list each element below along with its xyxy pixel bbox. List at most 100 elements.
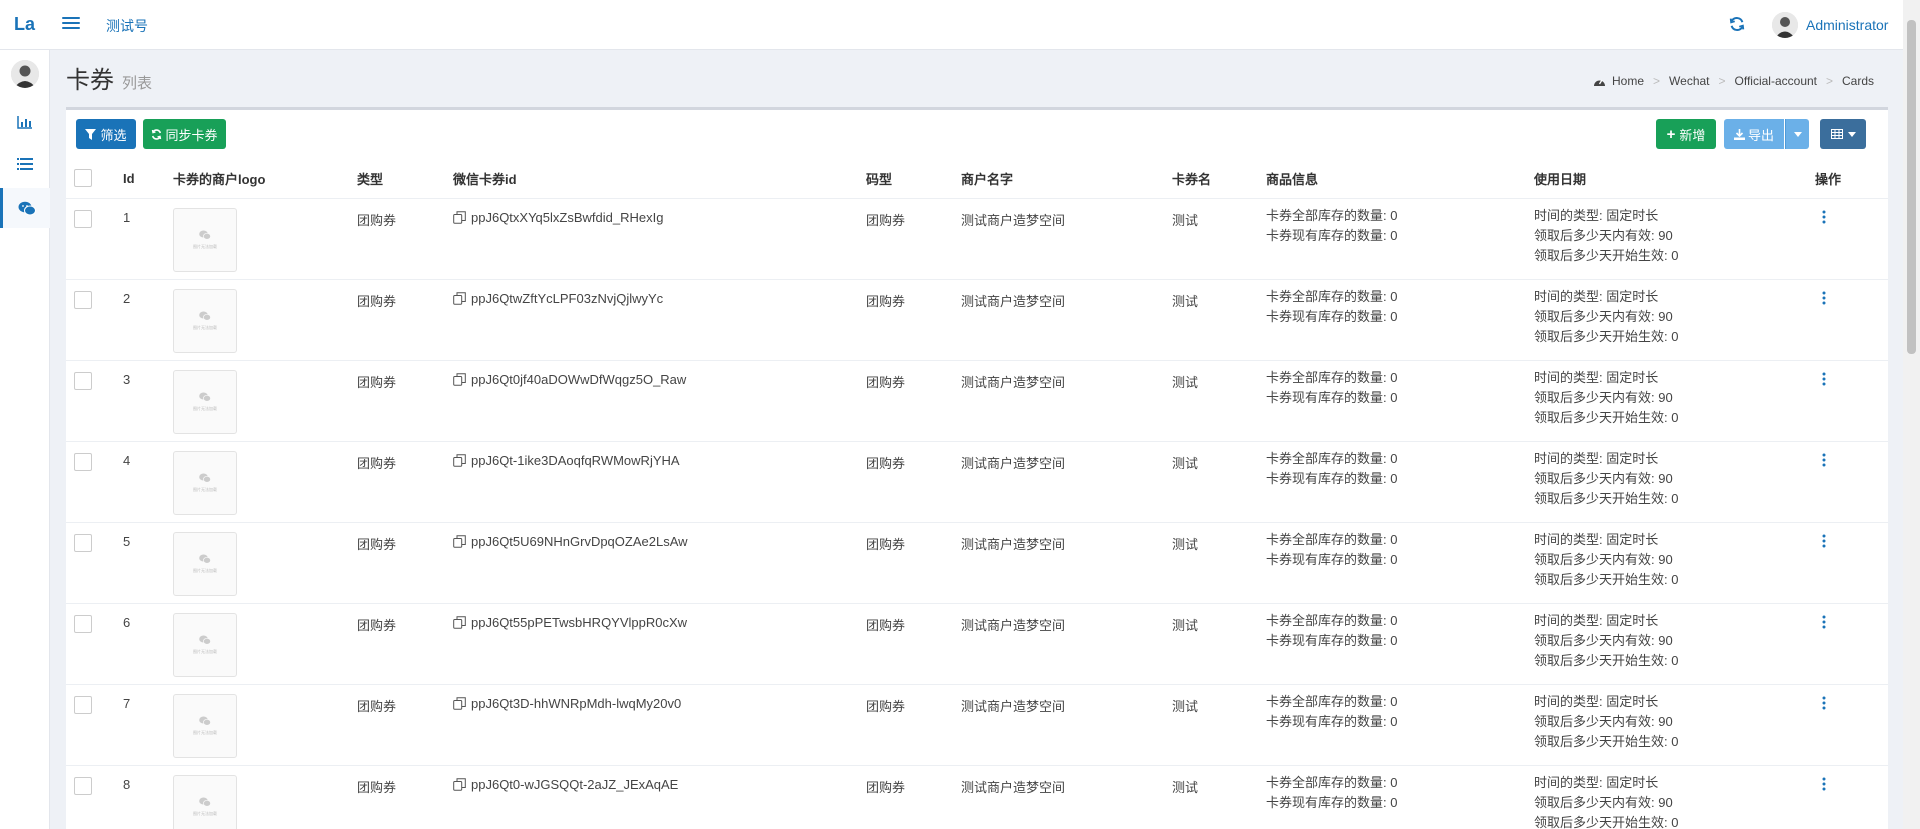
export-button[interactable]: 导出 [1724, 119, 1784, 149]
row-checkbox[interactable] [74, 371, 92, 390]
dashboard-icon [1594, 79, 1605, 86]
cell-card-name: 测试 [1172, 279, 1266, 361]
copy-icon[interactable] [453, 777, 466, 791]
column-header-date-info: 使用日期 [1534, 160, 1815, 199]
more-actions-icon[interactable] [1821, 453, 1827, 467]
sidebar-item-dashboard[interactable] [0, 102, 50, 142]
account-link[interactable]: 测试号 [106, 16, 148, 36]
cell-goods-info: 卡券全部库存的数量: 0 卡券现有库存的数量: 0 [1266, 279, 1534, 361]
merchant-logo: 图片无法加载 [173, 612, 237, 677]
cell-merchant: 测试商户造梦空间 [961, 279, 1172, 361]
stock-current: 卡券现有库存的数量: 0 [1266, 470, 1398, 486]
bar-chart-icon [17, 116, 32, 129]
image-placeholder-icon [199, 473, 211, 483]
copy-icon[interactable] [453, 291, 466, 305]
row-checkbox[interactable] [74, 290, 92, 309]
cell-card-name: 测试 [1172, 603, 1266, 685]
breadcrumb-official-account[interactable]: Official-account [1735, 74, 1817, 88]
row-checkbox[interactable] [74, 533, 92, 552]
more-actions-icon[interactable] [1821, 534, 1827, 548]
more-actions-icon[interactable] [1821, 372, 1827, 386]
cell-code-type: 团购券 [866, 522, 961, 604]
copy-icon[interactable] [453, 534, 466, 548]
cell-goods-info: 卡券全部库存的数量: 0 卡券现有库存的数量: 0 [1266, 684, 1534, 766]
select-all-checkbox[interactable] [74, 169, 92, 188]
cell-type: 团购券 [357, 522, 453, 604]
sidebar-item-list[interactable] [0, 144, 50, 184]
date-type: 时间的类型: 固定时长 [1534, 612, 1659, 628]
cell-card-id: ppJ6Qt55pPETwsbHRQYVlppR0cXw [471, 614, 688, 630]
cards-panel: 筛选 同步卡券 + 新增 导出 Id 卡券的商户logo 类型 微信卡券id 码… [66, 107, 1888, 829]
top-header: La 测试号 Administrator [0, 0, 1920, 50]
row-checkbox[interactable] [74, 452, 92, 471]
cell-card-id: ppJ6QtxXYq5lxZsBwfdid_RHexIg [471, 209, 664, 225]
image-placeholder-icon [199, 230, 211, 240]
cell-merchant: 测试商户造梦空间 [961, 603, 1172, 685]
cell-goods-info: 卡券全部库存的数量: 0 卡券现有库存的数量: 0 [1266, 522, 1534, 604]
cell-date-info: 时间的类型: 固定时长 领取后多少天内有效: 90 领取后多少天开始生效: 0 [1534, 198, 1815, 280]
page-scrollbar[interactable] [1903, 0, 1920, 829]
scrollbar-thumb[interactable] [1907, 20, 1916, 354]
user-name[interactable]: Administrator [1806, 17, 1888, 33]
row-checkbox[interactable] [74, 209, 92, 228]
stock-current: 卡券现有库存的数量: 0 [1266, 308, 1398, 324]
image-placeholder-icon [199, 797, 211, 807]
stock-current: 卡券现有库存的数量: 0 [1266, 227, 1398, 243]
more-actions-icon[interactable] [1821, 615, 1827, 629]
stock-current: 卡券现有库存的数量: 0 [1266, 551, 1398, 567]
column-selector-button[interactable] [1820, 119, 1866, 149]
table-row: 2 图片无法加载 团购券 ppJ6QtwZftYcLPF03zNvjQjlwyY… [66, 279, 1888, 361]
wechat-icon [18, 201, 36, 215]
content-header: 卡券 列表 [66, 60, 152, 95]
cell-merchant: 测试商户造梦空间 [961, 441, 1172, 523]
sidebar-item-wechat[interactable] [0, 188, 50, 228]
filter-button[interactable]: 筛选 [76, 119, 136, 149]
more-actions-icon[interactable] [1821, 777, 1827, 791]
breadcrumb-home[interactable]: Home [1612, 74, 1644, 88]
merchant-logo: 图片无法加载 [173, 288, 237, 353]
copy-icon[interactable] [453, 372, 466, 386]
row-checkbox[interactable] [74, 695, 92, 714]
cell-goods-info: 卡券全部库存的数量: 0 卡券现有库存的数量: 0 [1266, 603, 1534, 685]
download-icon [1733, 128, 1745, 140]
copy-icon[interactable] [453, 210, 466, 224]
cell-card-id: ppJ6Qt-1ike3DAoqfqRWMowRjYHA [471, 452, 680, 468]
merchant-logo: 图片无法加载 [173, 450, 237, 515]
copy-icon[interactable] [453, 453, 466, 467]
cell-code-type: 团购券 [866, 279, 961, 361]
more-actions-icon[interactable] [1821, 696, 1827, 710]
list-icon [17, 157, 33, 171]
row-checkbox[interactable] [74, 776, 92, 795]
table-row: 1 图片无法加载 团购券 ppJ6QtxXYq5lxZsBwfdid_RHexI… [66, 198, 1888, 280]
row-checkbox[interactable] [74, 614, 92, 633]
begin-days: 领取后多少天开始生效: 0 [1534, 571, 1679, 587]
app-logo[interactable]: La [14, 14, 35, 35]
table-header-row: Id 卡券的商户logo 类型 微信卡券id 码型 商户名字 卡券名 商品信息 … [66, 160, 1888, 199]
cell-merchant: 测试商户造梦空间 [961, 198, 1172, 280]
valid-days: 领取后多少天内有效: 90 [1534, 713, 1673, 729]
export-dropdown-button[interactable] [1785, 119, 1809, 149]
sync-cards-button[interactable]: 同步卡券 [143, 119, 226, 149]
begin-days: 领取后多少天开始生效: 0 [1534, 652, 1679, 668]
user-avatar[interactable] [1772, 12, 1798, 38]
cell-card-id: ppJ6QtwZftYcLPF03zNvjQjlwyYc [471, 290, 664, 306]
menu-toggle-icon[interactable] [62, 14, 80, 34]
table-row: 5 图片无法加载 团购券 ppJ6Qt5U69NHnGrvDpqOZAe2LsA… [66, 522, 1888, 604]
refresh-icon[interactable] [1728, 15, 1746, 33]
copy-icon[interactable] [453, 696, 466, 710]
valid-days: 领取后多少天内有效: 90 [1534, 632, 1673, 648]
cell-id: 3 [123, 360, 173, 442]
begin-days: 领取后多少天开始生效: 0 [1534, 733, 1679, 749]
filter-label: 筛选 [100, 127, 127, 143]
more-actions-icon[interactable] [1821, 210, 1827, 224]
more-actions-icon[interactable] [1821, 291, 1827, 305]
add-button[interactable]: + 新增 [1656, 119, 1716, 149]
column-header-id[interactable]: Id [123, 160, 173, 199]
copy-icon[interactable] [453, 615, 466, 629]
date-type: 时间的类型: 固定时长 [1534, 774, 1659, 790]
cell-card-id: ppJ6Qt3D-hhWNRpMdh-lwqMy20v0 [471, 695, 682, 711]
cards-table: Id 卡券的商户logo 类型 微信卡券id 码型 商户名字 卡券名 商品信息 … [66, 160, 1888, 829]
cell-id: 1 [123, 198, 173, 280]
export-label: 导出 [1747, 127, 1774, 143]
breadcrumb-wechat[interactable]: Wechat [1669, 74, 1709, 88]
